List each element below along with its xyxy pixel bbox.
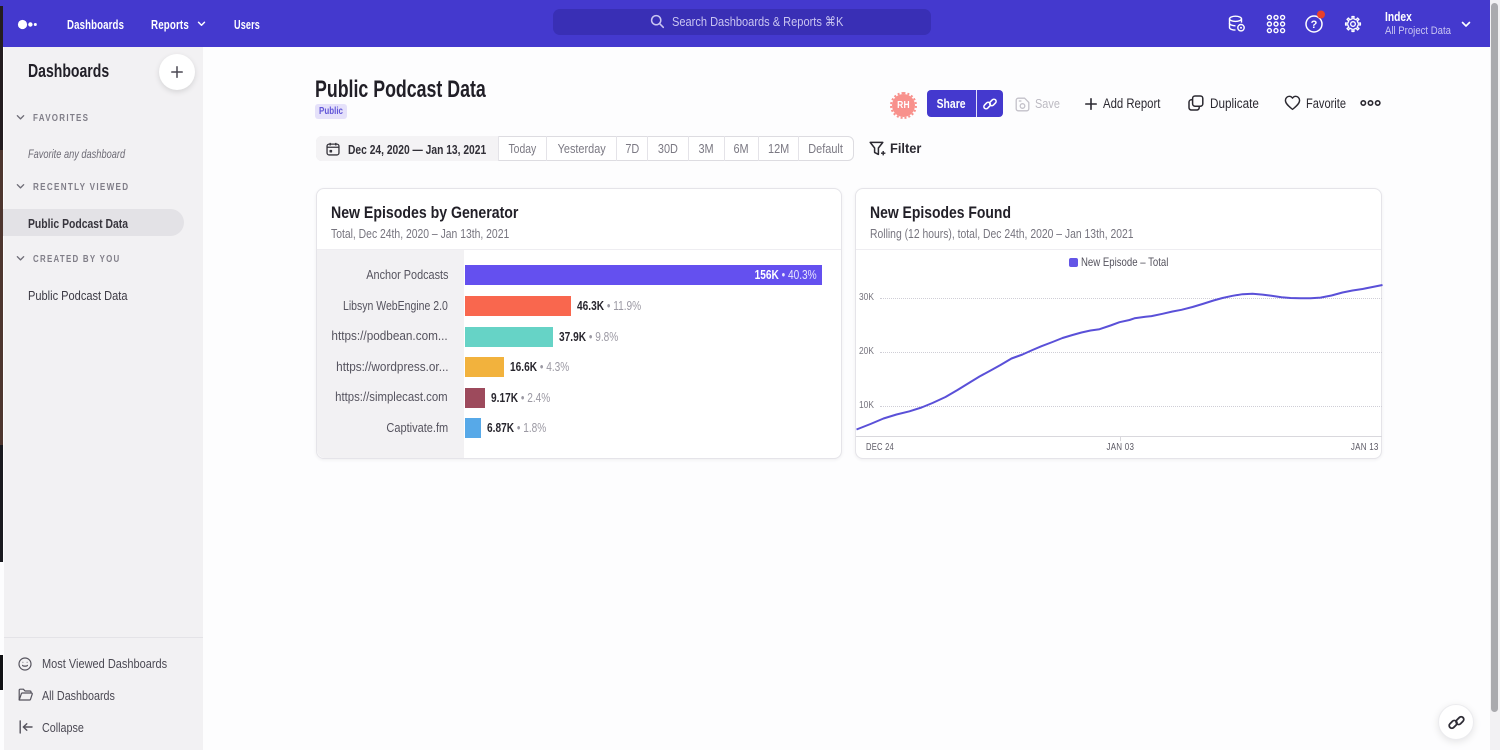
svg-text:?: ? [1311,19,1318,31]
